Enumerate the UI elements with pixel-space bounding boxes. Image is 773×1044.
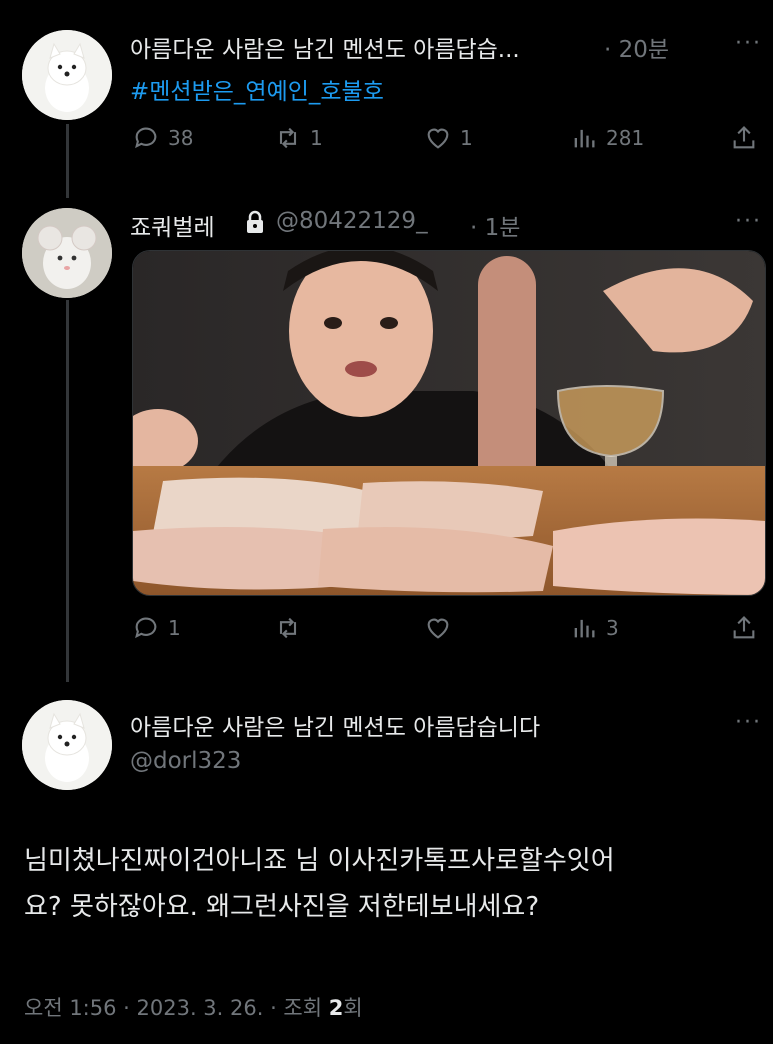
food-photo [133,251,765,595]
like-button[interactable] [424,614,460,642]
author-name[interactable]: 죠쿼벌레 [130,208,215,242]
more-options-icon[interactable]: ··· [735,31,762,56]
lock-icon [244,210,266,238]
more-options-icon[interactable]: ··· [735,710,762,735]
views-button[interactable]: 3 [570,614,619,642]
author-name[interactable]: 아름다운 사람은 남긴 멘션도 아름답습... [130,30,520,64]
post-datetime[interactable]: 오전 1:56 · 2023. 3. 26. · 조회 [24,996,329,1020]
avatar[interactable] [22,700,112,790]
share-button[interactable] [730,614,758,642]
retweet-count: 1 [310,126,323,150]
view-suffix: 회 [343,996,363,1020]
hashtag-link[interactable]: #멘션받은_연예인_호불호 [130,72,384,106]
view-count: 281 [606,126,645,150]
view-count: 3 [606,616,619,640]
attached-photo[interactable] [132,250,766,596]
reply-icon [135,617,157,639]
reply-count: 38 [168,126,194,150]
heart-icon [427,128,449,149]
share-icon [733,616,755,639]
author-handle[interactable]: @dorl323 [130,748,241,774]
timestamp[interactable]: · 1분 [470,208,520,242]
tweet-metadata: 오전 1:56 · 2023. 3. 26. · 조회 2회 [24,992,363,1022]
retweet-button[interactable] [274,614,310,642]
more-options-icon[interactable]: ··· [735,209,762,234]
timestamp[interactable]: · 20분 [604,30,669,64]
views-button[interactable]: 281 [570,124,644,152]
retweet-icon [279,127,297,149]
author-name[interactable]: 아름다운 사람은 남긴 멘션도 아름답습니다 [130,708,540,742]
like-count: 1 [460,126,473,150]
avatar[interactable] [22,30,112,120]
view-count: 2 [328,996,344,1020]
bar-chart-icon [574,129,595,148]
retweet-button[interactable]: 1 [274,124,323,152]
reply-button[interactable]: 38 [132,124,193,152]
tweet-text-line: 님미쳤나진짜이건아니죠 님 이사진카톡프사로할수잇어 [24,846,615,876]
mouse-avatar-image [22,208,112,298]
author-handle[interactable]: @80422129_ [276,208,428,234]
dog-avatar-image [22,30,112,120]
like-button[interactable]: 1 [424,124,473,152]
heart-icon [427,618,449,639]
dog-avatar-image [22,700,112,790]
share-button[interactable] [730,124,758,152]
reply-count: 1 [168,616,181,640]
thread-line [66,300,69,682]
thread-line [66,124,69,198]
reply-button[interactable]: 1 [132,614,181,642]
tweet-text: 님미쳤나진짜이건아니죠 님 이사진카톡프사로할수잇어 요? 못하잖아요. 왜그런… [24,838,764,930]
bar-chart-icon [574,619,595,638]
reply-icon [135,127,157,149]
share-icon [733,126,755,149]
tweet-text-line: 요? 못하잖아요. 왜그런사진을 저한테보내세요? [24,892,540,922]
retweet-icon [279,617,297,639]
avatar[interactable] [22,208,112,298]
